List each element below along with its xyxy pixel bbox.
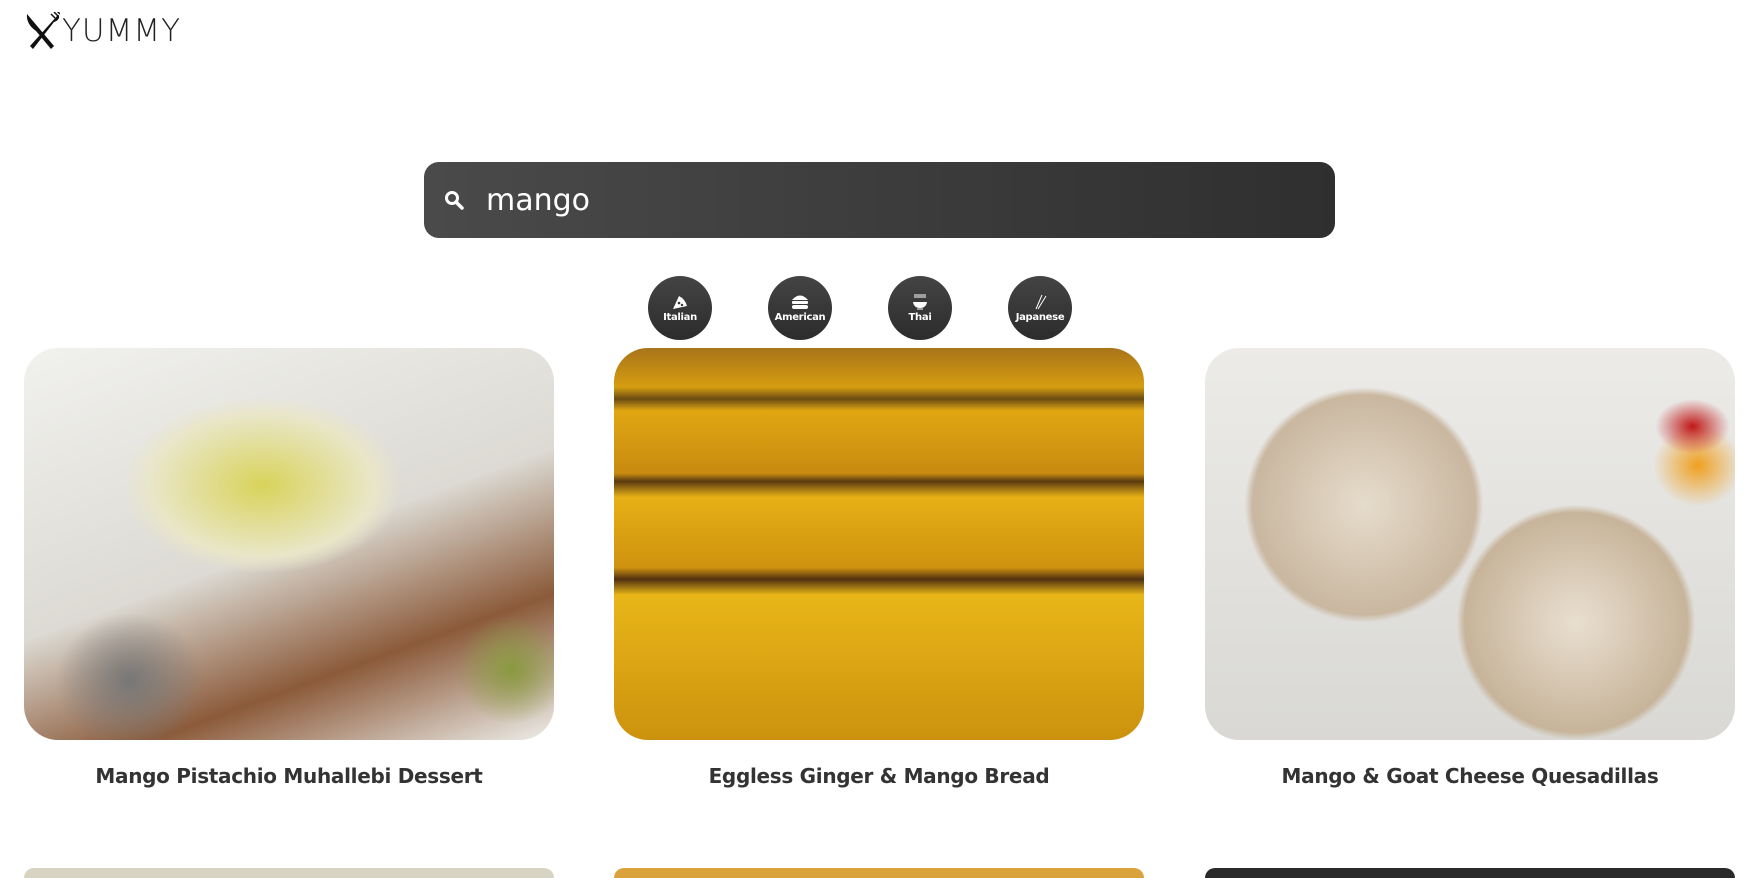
search-bar[interactable] (424, 162, 1335, 238)
cuisine-thai[interactable]: Thai (888, 276, 952, 340)
cuisine-label: American (774, 311, 826, 323)
recipe-card[interactable]: Eggless Ginger & Mango Bread (614, 348, 1144, 788)
recipe-card[interactable]: Mango Pistachio Muhallebi Dessert (24, 348, 554, 788)
burger-icon (792, 295, 808, 309)
cuisine-japanese[interactable]: Japanese (1008, 276, 1072, 340)
recipe-image-next-row[interactable] (24, 868, 554, 878)
recipe-title[interactable]: Mango Pistachio Muhallebi Dessert (24, 764, 554, 788)
search-icon (445, 191, 464, 210)
recipe-image[interactable] (614, 348, 1144, 740)
recipe-title[interactable]: Mango & Goat Cheese Quesadillas (1205, 764, 1735, 788)
recipe-title[interactable]: Eggless Ginger & Mango Bread (614, 764, 1144, 788)
recipe-image-next-row[interactable] (1205, 868, 1735, 878)
logo[interactable]: YUMMY (24, 12, 181, 50)
pizza-icon (673, 295, 687, 309)
chopsticks-icon (1035, 294, 1047, 309)
fork-knife-icon (26, 12, 60, 49)
cuisine-american[interactable]: American (768, 276, 832, 340)
recipe-image-next-row[interactable] (614, 868, 1144, 878)
cuisine-label: Italian (663, 311, 697, 323)
search-input[interactable] (486, 182, 1286, 218)
recipe-card[interactable]: Mango & Goat Cheese Quesadillas (1205, 348, 1735, 788)
brand-name: YUMMY (62, 13, 182, 49)
cuisine-italian[interactable]: Italian (648, 276, 712, 340)
noodle-bowl-icon (913, 294, 927, 309)
recipe-image[interactable] (24, 348, 554, 740)
recipe-image[interactable] (1205, 348, 1735, 740)
cuisine-label: Japanese (1015, 311, 1065, 323)
cuisine-label: Thai (908, 311, 932, 323)
